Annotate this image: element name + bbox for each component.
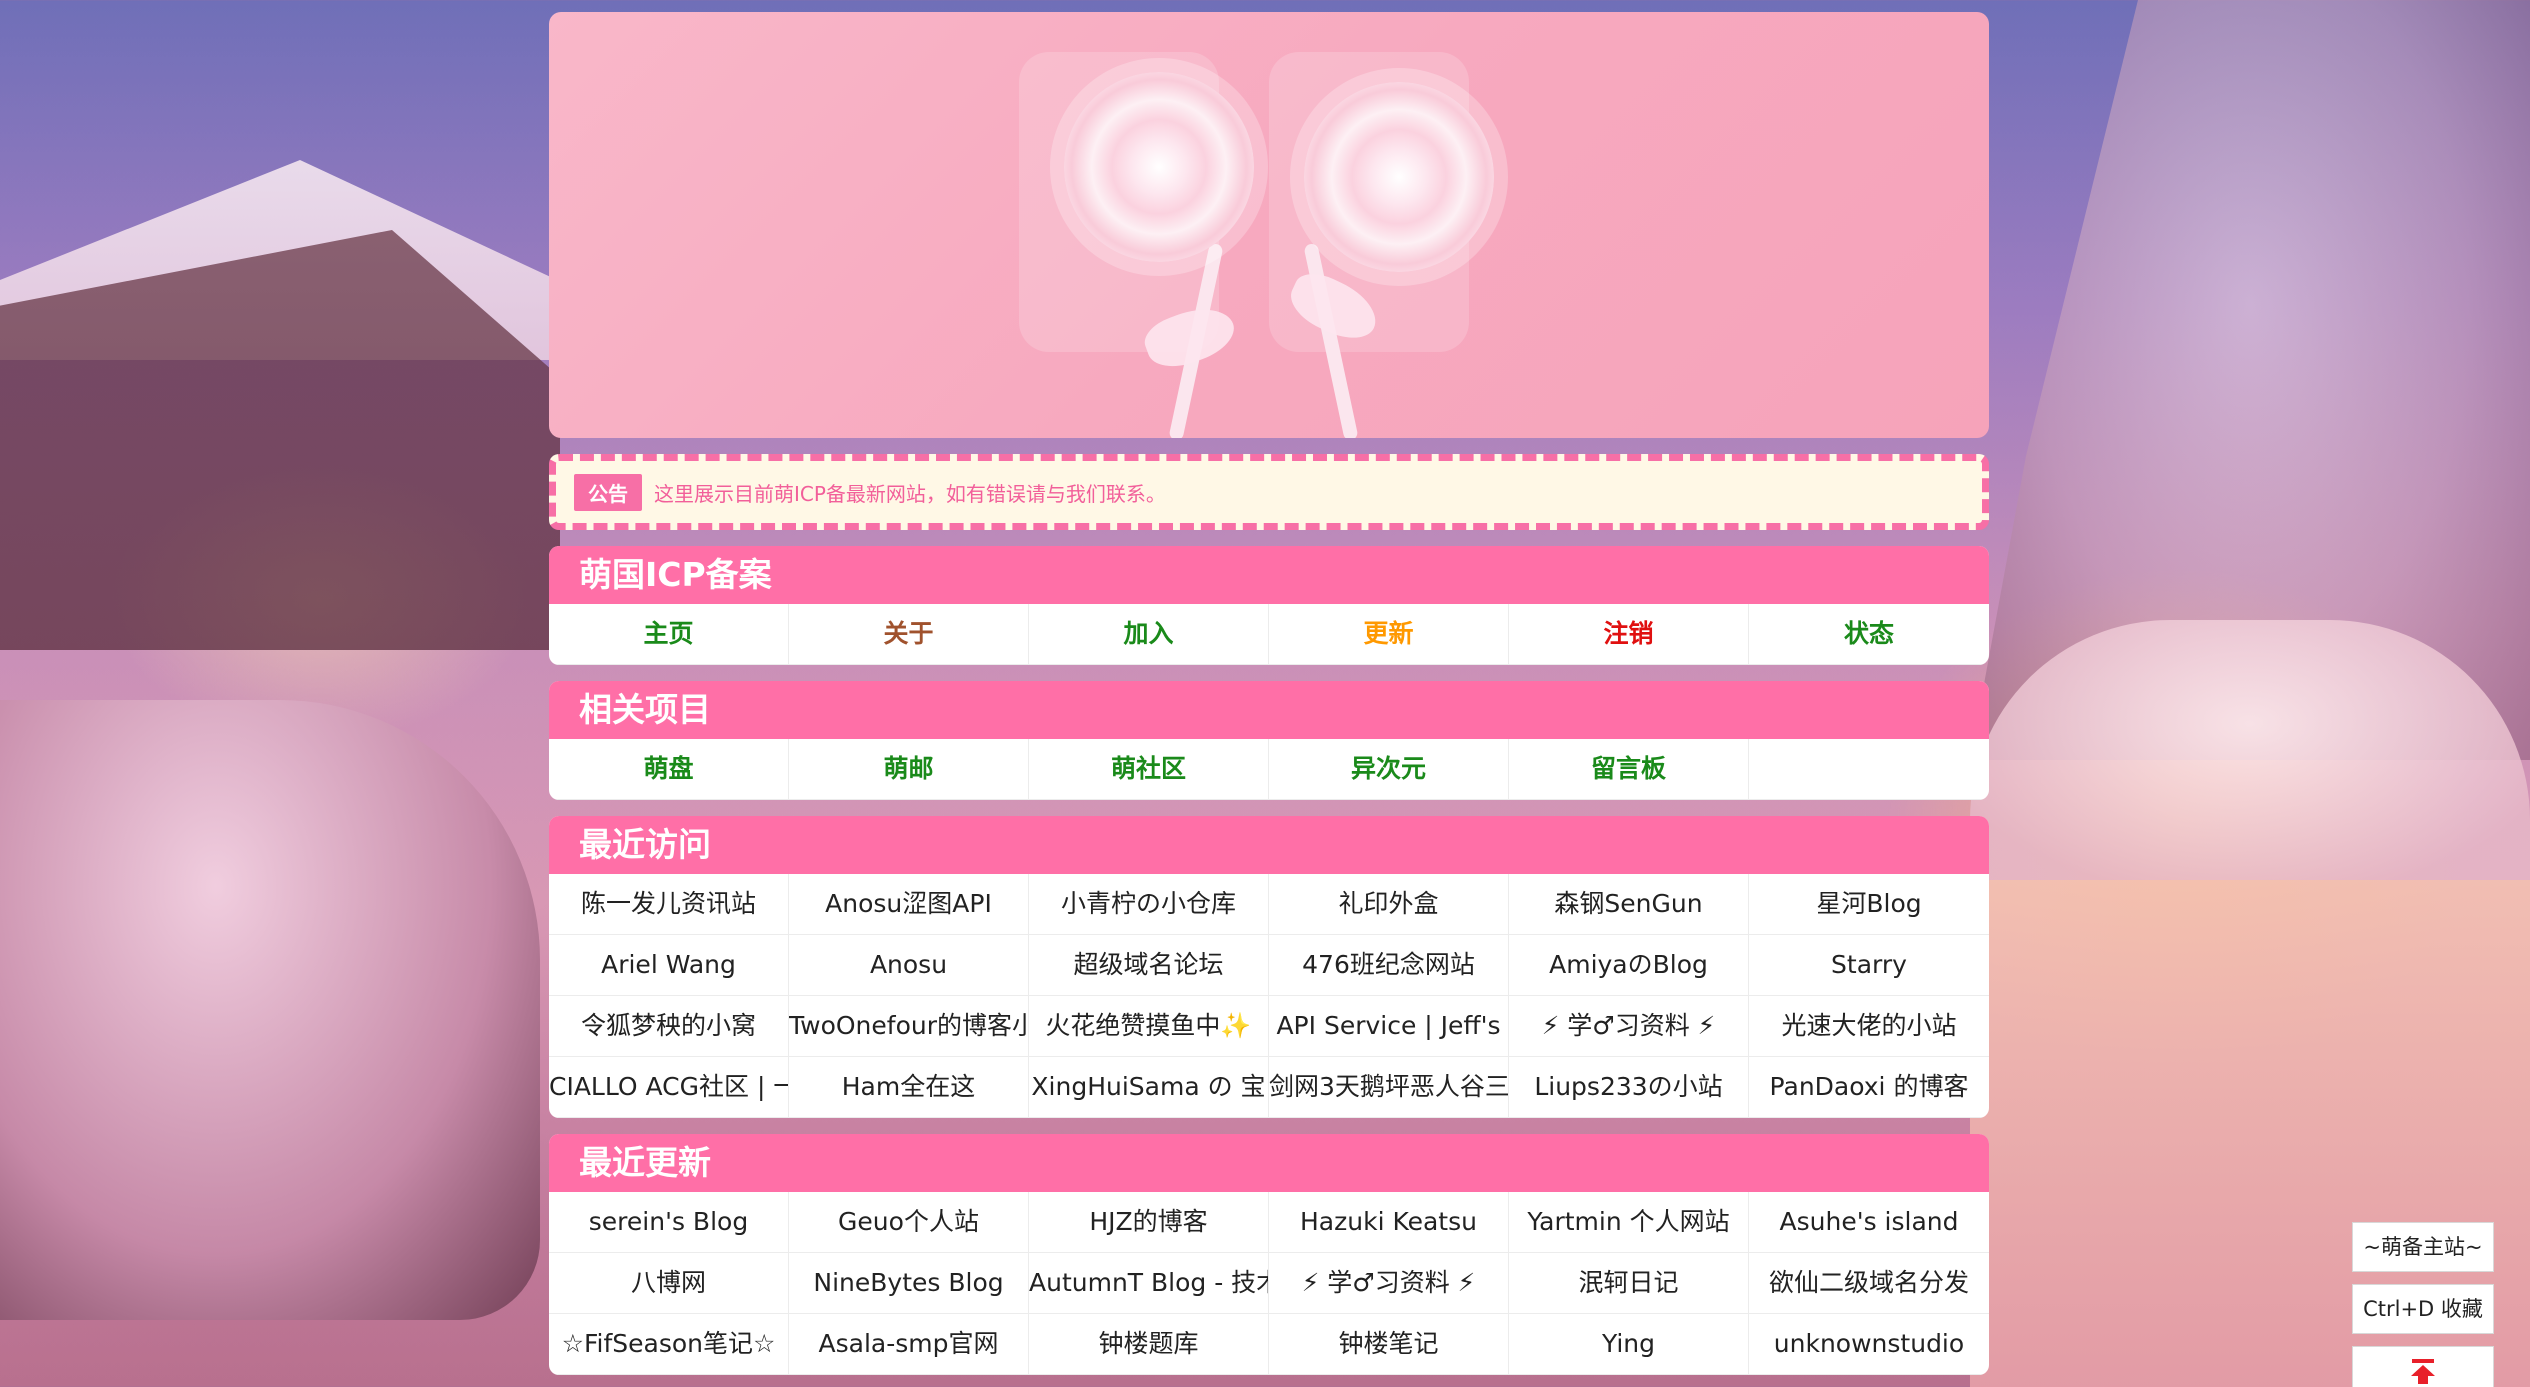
recent-visit-site-link[interactable]: 陈一发儿资讯站 — [549, 874, 789, 935]
recent-update-site-link[interactable]: 欲仙二级域名分发 — [1749, 1253, 1989, 1314]
recent-visit-site-link[interactable]: Anosu — [789, 935, 1029, 996]
back-to-top-button[interactable] — [2352, 1346, 2494, 1387]
recent-update-site-link[interactable]: Asuhe's island — [1749, 1192, 1989, 1253]
recent-visit-site-link[interactable]: PanDaoxi 的博客 — [1749, 1057, 1989, 1118]
recent-update-site-link[interactable]: 泯轲日记 — [1509, 1253, 1749, 1314]
home-site-button[interactable]: ~萌备主站~ — [2352, 1222, 2494, 1272]
nav-panel: 萌国ICP备案 主页 关于 加入 更新 注销 状态 — [549, 546, 1989, 665]
recent-visit-site-link[interactable]: 光速大佬的小站 — [1749, 996, 1989, 1057]
recent-visit-site-link[interactable]: 森钢SenGun — [1509, 874, 1749, 935]
recent-visit-site-link[interactable]: TwoOnefour的博客小 — [789, 996, 1029, 1057]
recent-update-site-link[interactable]: Ying — [1509, 1314, 1749, 1375]
nav-menu-item[interactable]: 关于 — [789, 604, 1029, 665]
recent-update-site-link[interactable]: ⚡ 学♂习资料 ⚡ — [1269, 1253, 1509, 1314]
background-snowy-trees — [1970, 0, 2530, 760]
related-projects-panel: 相关项目 萌盘 萌邮 萌社区 异次元 留言板 — [549, 681, 1989, 800]
recent-visit-site-link[interactable]: 剑网3天鹅坪恶人谷三 — [1269, 1057, 1509, 1118]
site-title: 萌国ICP备案 — [549, 546, 1989, 604]
recent-updates-panel: 最近更新 serein's Blog Geuo个人站 HJZ的博客 Hazuki Ke… — [549, 1134, 1989, 1375]
recent-visit-site-link[interactable]: 令狐梦秧的小窝 — [549, 996, 789, 1057]
recent-update-site-link[interactable]: Yartmin 个人网站 — [1509, 1192, 1749, 1253]
recent-visit-site-link[interactable]: 476班纪念网站 — [1269, 935, 1509, 996]
background-house — [0, 230, 560, 650]
recent-visit-site-link[interactable]: CIALLO ACG社区 | 一 — [549, 1057, 789, 1118]
recent-visit-site-link[interactable]: 超级域名论坛 — [1029, 935, 1269, 996]
recent-visit-site-link[interactable]: Anosu涩图API — [789, 874, 1029, 935]
recent-visit-site-link[interactable]: XingHuiSama の 宝 — [1029, 1057, 1269, 1118]
recent-visit-site-link[interactable]: Ariel Wang — [549, 935, 789, 996]
nav-menu-item[interactable]: 注销 — [1509, 604, 1749, 665]
recent-visit-site-link[interactable]: 礼印外盒 — [1269, 874, 1509, 935]
recent-updates-title: 最近更新 — [549, 1134, 1989, 1192]
related-projects-title: 相关项目 — [549, 681, 1989, 739]
lollipop-candy — [1064, 72, 1254, 262]
recent-visit-site-link[interactable]: ⚡ 学♂习资料 ⚡ — [1509, 996, 1749, 1057]
recent-update-site-link[interactable]: 钟楼题库 — [1029, 1314, 1269, 1375]
announcement-text: 这里展示目前萌ICP备最新网站，如有错误请与我们联系。 — [654, 481, 1166, 506]
recent-update-site-link[interactable]: unknownstudio — [1749, 1314, 1989, 1375]
nav-menu-item[interactable]: 状态 — [1749, 604, 1989, 665]
recent-visit-site-link[interactable]: Starry — [1749, 935, 1989, 996]
related-project-item[interactable]: 萌盘 — [549, 739, 789, 800]
announcement-tag: 公告 — [574, 473, 642, 511]
recent-visit-site-link[interactable]: AmiyaのBlog — [1509, 935, 1749, 996]
nav-menu-item[interactable]: 更新 — [1269, 604, 1509, 665]
recent-update-site-link[interactable]: HJZ的博客 — [1029, 1192, 1269, 1253]
related-project-item — [1749, 739, 1989, 800]
arrow-up-to-top-icon — [2411, 1359, 2435, 1384]
recent-visit-site-link[interactable]: API Service | Jeff's — [1269, 996, 1509, 1057]
recent-visit-site-link[interactable]: Ham全在这 — [789, 1057, 1029, 1118]
recent-update-site-link[interactable]: ☆FifSeason笔记☆ — [549, 1314, 789, 1375]
floating-sidebar: ~萌备主站~ Ctrl+D 收藏 — [2352, 1222, 2494, 1387]
background-house-roof — [0, 160, 600, 360]
lollipop-candy — [1304, 82, 1494, 272]
main-container: 公告 这里展示目前萌ICP备最新网站，如有错误请与我们联系。 萌国ICP备案 主… — [549, 12, 1989, 1375]
recent-visits-list: 陈一发儿资讯站 Anosu涩图API 小青柠の小仓库 礼印外盒 森钢SenGun 星河Bl… — [549, 874, 1989, 1118]
bookmark-button[interactable]: Ctrl+D 收藏 — [2352, 1284, 2494, 1334]
background-snowy-car — [0, 700, 540, 1320]
recent-update-site-link[interactable]: Asala-smp官网 — [789, 1314, 1029, 1375]
background-snowbank — [1970, 620, 2530, 880]
recent-visit-site-link[interactable]: Liups233の小站 — [1509, 1057, 1749, 1118]
related-project-item[interactable]: 萌社区 — [1029, 739, 1269, 800]
recent-visit-site-link[interactable]: 星河Blog — [1749, 874, 1989, 935]
recent-visits-title: 最近访问 — [549, 816, 1989, 874]
recent-update-site-link[interactable]: 钟楼笔记 — [1269, 1314, 1509, 1375]
recent-update-site-link[interactable]: 八博网 — [549, 1253, 789, 1314]
announcement-bar: 公告 这里展示目前萌ICP备最新网站，如有错误请与我们联系。 — [549, 454, 1989, 530]
recent-update-site-link[interactable]: Geuo个人站 — [789, 1192, 1029, 1253]
recent-visit-site-link[interactable]: 火花绝赞摸鱼中✨ — [1029, 996, 1269, 1057]
recent-update-site-link[interactable]: Hazuki Keatsu — [1269, 1192, 1509, 1253]
related-project-item[interactable]: 留言板 — [1509, 739, 1749, 800]
recent-visit-site-link[interactable]: 小青柠の小仓库 — [1029, 874, 1269, 935]
recent-visits-panel: 最近访问 陈一发儿资讯站 Anosu涩图API 小青柠の小仓库 礼印外盒 森钢SenGu… — [549, 816, 1989, 1118]
recent-update-site-link[interactable]: serein's Blog — [549, 1192, 789, 1253]
related-projects-menu: 萌盘 萌邮 萌社区 异次元 留言板 — [549, 739, 1989, 800]
recent-updates-list: serein's Blog Geuo个人站 HJZ的博客 Hazuki Keatsu Y… — [549, 1192, 1989, 1375]
recent-update-site-link[interactable]: NineBytes Blog — [789, 1253, 1029, 1314]
nav-menu-item[interactable]: 加入 — [1029, 604, 1269, 665]
nav-menu: 主页 关于 加入 更新 注销 状态 — [549, 604, 1989, 665]
recent-update-site-link[interactable]: AutumnT Blog - 技术 — [1029, 1253, 1269, 1314]
nav-menu-item[interactable]: 主页 — [549, 604, 789, 665]
related-project-item[interactable]: 萌邮 — [789, 739, 1029, 800]
banner-image — [549, 12, 1989, 438]
related-project-item[interactable]: 异次元 — [1269, 739, 1509, 800]
